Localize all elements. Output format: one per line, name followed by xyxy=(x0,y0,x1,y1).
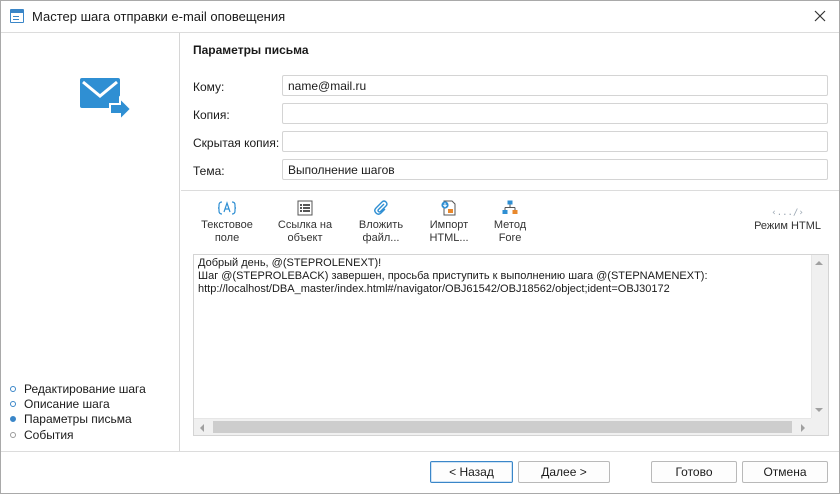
scroll-corner xyxy=(811,418,828,435)
step-label: Параметры письма xyxy=(24,412,132,427)
import-html-button[interactable]: Импорт HTML... xyxy=(424,200,474,245)
step-mail-params[interactable]: Параметры письма xyxy=(10,412,146,427)
attach-file-label-2: файл... xyxy=(362,232,400,244)
bcc-label: Скрытая копия: xyxy=(193,136,280,150)
vertical-scrollbar[interactable] xyxy=(811,255,828,418)
object-link-button[interactable]: Ссылка на объект xyxy=(275,200,335,245)
message-body-text: Добрый день, @(STEPROLENEXT)! Шаг @(STEPR… xyxy=(198,257,808,296)
toolbar-divider xyxy=(181,190,839,191)
text-field-icon xyxy=(197,200,257,216)
text-field-button[interactable]: Текстовое поле xyxy=(197,200,257,245)
horizontal-scrollbar[interactable] xyxy=(194,418,811,435)
subject-field[interactable] xyxy=(282,159,828,180)
body-line-3: http://localhost/DBA_master/index.html#/… xyxy=(198,283,670,295)
wizard-sidebar: Редактирование шага Описание шага Параме… xyxy=(1,33,180,451)
step-indicator-icon xyxy=(10,400,16,407)
attach-file-button[interactable]: Вложить файл... xyxy=(353,200,409,245)
html-tag-icon: ‹.../› xyxy=(771,208,804,218)
next-button[interactable]: Далее > xyxy=(518,461,610,483)
scroll-left-icon[interactable] xyxy=(200,424,204,432)
scroll-up-icon[interactable] xyxy=(815,261,823,265)
scroll-down-icon[interactable] xyxy=(815,408,823,412)
html-mode-label: Режим HTML xyxy=(754,220,821,232)
step-events[interactable]: События xyxy=(10,427,146,442)
text-field-label-1: Текстовое xyxy=(201,219,253,231)
object-link-label-1: Ссылка на xyxy=(277,219,333,231)
section-title: Параметры письма xyxy=(193,43,309,57)
step-label: Редактирование шага xyxy=(24,381,146,396)
attach-file-label-1: Вложить xyxy=(358,219,404,231)
wizard-steps: Редактирование шага Описание шага Параме… xyxy=(10,381,146,442)
import-html-label-1: Импорт xyxy=(429,219,469,231)
step-indicator-icon xyxy=(10,385,16,392)
to-label: Кому: xyxy=(193,80,225,94)
fore-method-label-2: Fore xyxy=(498,232,522,244)
email-send-icon xyxy=(79,77,133,128)
message-body-editor[interactable]: Добрый день, @(STEPROLENEXT)! Шаг @(STEPR… xyxy=(193,254,829,436)
bcc-field[interactable] xyxy=(282,131,828,152)
horizontal-scroll-thumb[interactable] xyxy=(213,421,792,433)
subject-label: Тема: xyxy=(193,164,225,178)
step-label: Описание шага xyxy=(24,396,110,411)
object-link-icon xyxy=(275,200,335,216)
fore-method-button[interactable]: Метод Fore xyxy=(488,200,532,245)
close-icon[interactable] xyxy=(811,7,829,25)
import-html-icon xyxy=(424,200,474,216)
body-line-2: Шаг @(STEPROLEBACK) завершен, просьба пр… xyxy=(198,270,708,282)
fore-method-icon xyxy=(488,200,532,216)
text-field-label-2: поле xyxy=(214,232,240,244)
cancel-button[interactable]: Отмена xyxy=(742,461,828,483)
step-description[interactable]: Описание шага xyxy=(10,396,146,411)
paperclip-icon xyxy=(353,200,409,216)
scroll-right-icon[interactable] xyxy=(801,424,805,432)
back-button[interactable]: < Назад xyxy=(430,461,513,483)
window-app-icon xyxy=(10,9,24,23)
step-indicator-icon xyxy=(10,416,16,423)
body-line-1: Добрый день, @(STEPROLENEXT)! xyxy=(198,257,382,269)
window-title: Мастер шага отправки e-mail оповещения xyxy=(32,9,286,24)
step-edit[interactable]: Редактирование шага xyxy=(10,381,146,396)
object-link-label-2: объект xyxy=(287,232,323,244)
step-label: События xyxy=(24,427,74,442)
cc-field[interactable] xyxy=(282,103,828,124)
to-field[interactable] xyxy=(282,75,828,96)
wizard-window: Мастер шага отправки e-mail оповещения Р… xyxy=(0,0,840,494)
html-mode-button[interactable]: ‹.../› Режим HTML xyxy=(754,208,821,232)
fore-method-label-1: Метод xyxy=(493,219,527,231)
step-indicator-icon xyxy=(10,431,16,438)
import-html-label-2: HTML... xyxy=(429,232,469,244)
title-bar: Мастер шага отправки e-mail оповещения xyxy=(1,1,839,32)
finish-button[interactable]: Готово xyxy=(651,461,737,483)
footer-divider xyxy=(1,451,839,452)
cc-label: Копия: xyxy=(193,108,230,122)
